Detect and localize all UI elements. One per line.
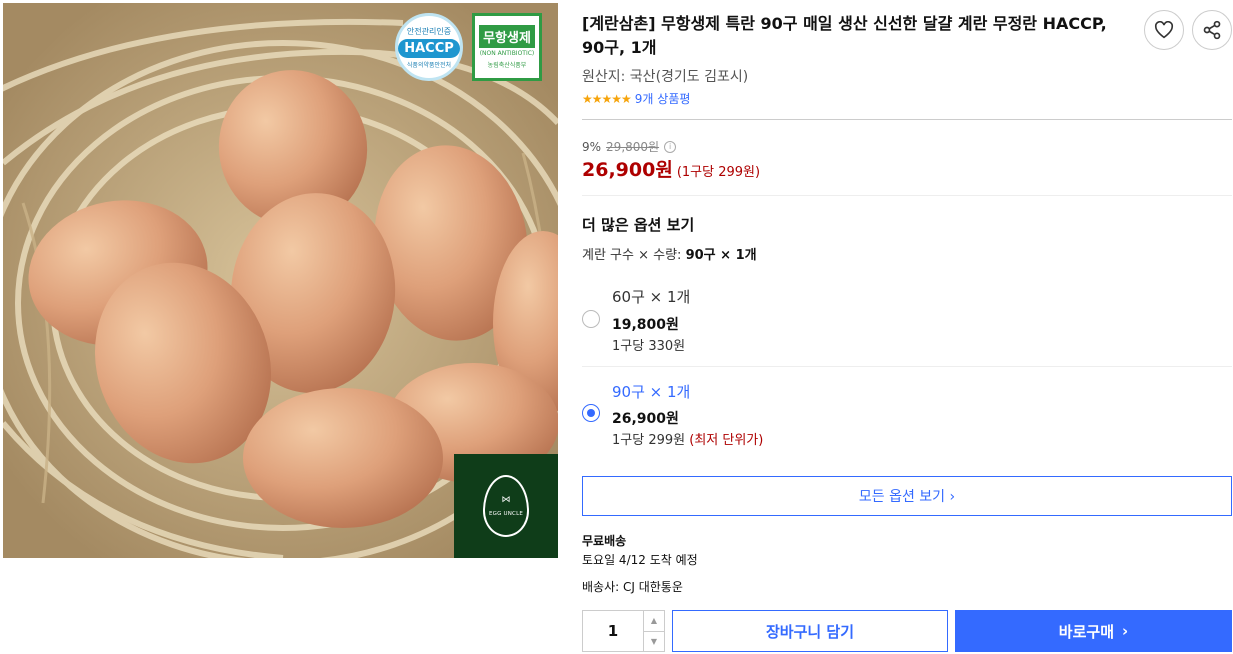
non-antibiotic-sub: (NON ANTIBIOTIC) bbox=[479, 50, 535, 57]
option-60[interactable]: 60구 × 1개 19,800원 1구당 330원 bbox=[582, 284, 1232, 354]
option-90-unit-price: 1구당 299원 (최저 단위가) bbox=[612, 429, 763, 448]
arrival-date: 토요일 4/12 도착 예정 bbox=[582, 553, 698, 567]
product-image: 안전관리인증 HACCP 식품의약품안전처 무항생제 (NON ANTIBIOT… bbox=[3, 3, 558, 558]
non-antibiotic-org: 농림축산식품부 bbox=[487, 62, 527, 69]
buy-now-label: 바로구매 bbox=[1058, 622, 1114, 641]
review-count-link[interactable]: 9개 상품평 bbox=[635, 90, 691, 107]
carrier: 배송사: CJ 대한통운 bbox=[582, 580, 683, 594]
add-to-cart-button[interactable]: 장바구니 담기 bbox=[672, 610, 948, 652]
non-antibiotic-title: 무항생제 bbox=[479, 25, 535, 48]
option-60-radio[interactable] bbox=[582, 310, 600, 328]
wishlist-button[interactable] bbox=[1144, 10, 1184, 50]
divider bbox=[582, 195, 1232, 196]
option-label-prefix: 계란 구수 × 수량: bbox=[582, 248, 682, 263]
non-antibiotic-badge: 무항생제 (NON ANTIBIOTIC) 농림축산식품부 bbox=[472, 13, 542, 81]
haccp-badge: 안전관리인증 HACCP 식품의약품안전처 bbox=[395, 13, 463, 81]
free-shipping: 무료배송 bbox=[582, 534, 627, 548]
option-90-price: 26,900원 bbox=[612, 411, 679, 427]
option-90-per-unit: 1구당 299원 bbox=[612, 433, 686, 448]
buy-now-button[interactable]: 바로구매 › bbox=[955, 610, 1232, 652]
divider bbox=[582, 119, 1232, 120]
haccp-top-text: 안전관리인증 bbox=[406, 26, 452, 36]
origin-text: 원산지: 국산(경기도 김포시) bbox=[582, 69, 749, 85]
option-60-name: 60구 × 1개 bbox=[612, 288, 691, 306]
rating[interactable]: ★★★★★ 9개 상품평 bbox=[582, 90, 690, 107]
option-60-unit-price: 1구당 330원 bbox=[612, 339, 686, 354]
sale-price: 26,900원 bbox=[582, 159, 673, 181]
heart-icon bbox=[1154, 21, 1174, 39]
product-title: [계란삼촌] 무항생제 특란 90구 매일 생산 신선한 달걀 계란 무정란 H… bbox=[582, 14, 1107, 57]
more-options-title: 더 많은 옵션 보기 bbox=[582, 216, 695, 234]
quantity-input[interactable] bbox=[583, 611, 643, 651]
quantity-stepper: ▲ ▼ bbox=[582, 610, 665, 652]
option-60-price: 19,800원 bbox=[612, 317, 679, 333]
lowest-unit-note: (최저 단위가) bbox=[689, 433, 764, 448]
logo-text: EGG UNCLE bbox=[488, 511, 524, 517]
view-all-options-button[interactable]: 모든 옵션 보기 › bbox=[582, 476, 1232, 516]
quantity-up-button[interactable]: ▲ bbox=[644, 611, 664, 631]
egg-uncle-logo: ⋈ EGG UNCLE bbox=[454, 454, 558, 558]
haccp-text: HACCP bbox=[398, 38, 460, 58]
discount-rate: 9% bbox=[582, 139, 602, 154]
option-90[interactable]: 90구 × 1개 26,900원 1구당 299원 (최저 단위가) bbox=[582, 379, 1232, 449]
share-button[interactable] bbox=[1192, 10, 1232, 50]
info-icon[interactable]: i bbox=[664, 140, 677, 153]
unit-price: (1구당 299원) bbox=[676, 165, 761, 180]
star-rating-icon: ★★★★★ bbox=[582, 91, 632, 106]
option-90-name: 90구 × 1개 bbox=[612, 383, 691, 401]
haccp-bottom-text: 식품의약품안전처 bbox=[406, 61, 452, 69]
discount-row: 9% 29,800원 i bbox=[582, 138, 677, 155]
quantity-down-button[interactable]: ▼ bbox=[644, 630, 664, 652]
price-row: 26,900원 (1구당 299원) bbox=[582, 155, 760, 182]
chevron-right-icon: › bbox=[1122, 622, 1129, 640]
bowtie-icon: ⋈ bbox=[501, 495, 511, 505]
option-label-value: 90구 × 1개 bbox=[685, 248, 757, 263]
divider bbox=[582, 366, 1232, 367]
option-label: 계란 구수 × 수량: 90구 × 1개 bbox=[582, 244, 757, 263]
option-90-radio[interactable] bbox=[582, 404, 600, 422]
share-icon bbox=[1203, 20, 1221, 40]
original-price: 29,800원 bbox=[606, 140, 660, 154]
